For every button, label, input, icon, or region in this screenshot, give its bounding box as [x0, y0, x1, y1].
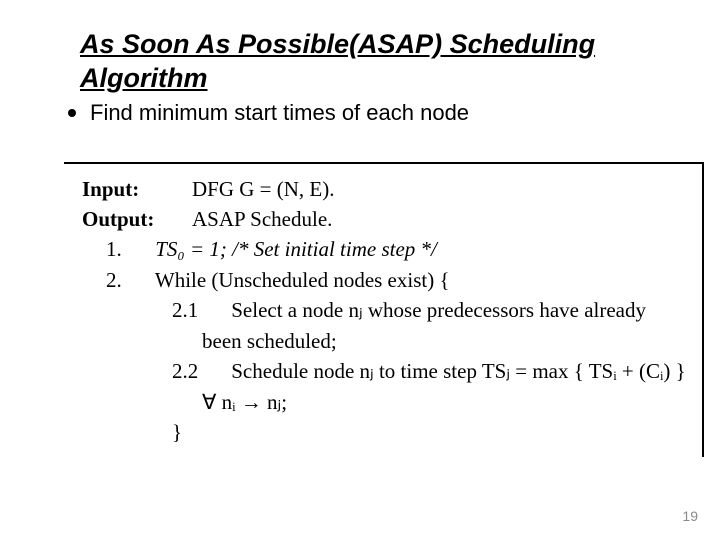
input-value: DFG G = (N, E).: [192, 174, 335, 204]
step2-number: 2.: [106, 265, 150, 295]
algo-step-1: 1. TS₀ = 1; /* Set initial time step */: [82, 234, 688, 264]
algo-step-2-1b: been scheduled;: [82, 326, 688, 356]
close-brace: }: [172, 420, 182, 444]
algo-close-brace: }: [82, 417, 688, 447]
step22-number: 2.2: [172, 356, 226, 386]
bullet-item: Find minimum start times of each node: [68, 100, 680, 126]
algorithm-box: Input: DFG G = (N, E). Output: ASAP Sche…: [64, 162, 704, 458]
slide: As Soon As Possible(ASAP) Scheduling Alg…: [0, 0, 720, 540]
algo-step-2-2: 2.2 Schedule node nⱼ to time step TSⱼ = …: [82, 356, 688, 386]
step21-number: 2.1: [172, 295, 226, 325]
step22-line2: ∀ nᵢ → nⱼ;: [202, 390, 287, 414]
input-label: Input:: [82, 174, 192, 204]
step2-text: While (Unscheduled nodes exist) {: [155, 268, 450, 292]
step1-text: TS₀ = 1; /* Set initial time step */: [155, 237, 437, 261]
output-value: ASAP Schedule.: [192, 204, 332, 234]
algo-step-2: 2. While (Unscheduled nodes exist) {: [82, 265, 688, 295]
output-label: Output:: [82, 204, 192, 234]
bullet-text: Find minimum start times of each node: [90, 100, 469, 126]
algo-step-2-2b: ∀ nᵢ → nⱼ;: [82, 387, 688, 417]
algo-input-row: Input: DFG G = (N, E).: [82, 174, 688, 204]
step22-line1: Schedule node nⱼ to time step TSⱼ = max …: [231, 359, 686, 383]
slide-title: As Soon As Possible(ASAP) Scheduling Alg…: [80, 28, 640, 96]
page-number: 19: [682, 508, 698, 524]
bullet-icon: [68, 109, 76, 117]
step21-line1: Select a node nⱼ whose predecessors have…: [231, 298, 646, 322]
algo-step-2-1: 2.1 Select a node nⱼ whose predecessors …: [82, 295, 688, 325]
algo-output-row: Output: ASAP Schedule.: [82, 204, 688, 234]
step1-number: 1.: [106, 234, 150, 264]
step21-line2: been scheduled;: [202, 329, 337, 353]
